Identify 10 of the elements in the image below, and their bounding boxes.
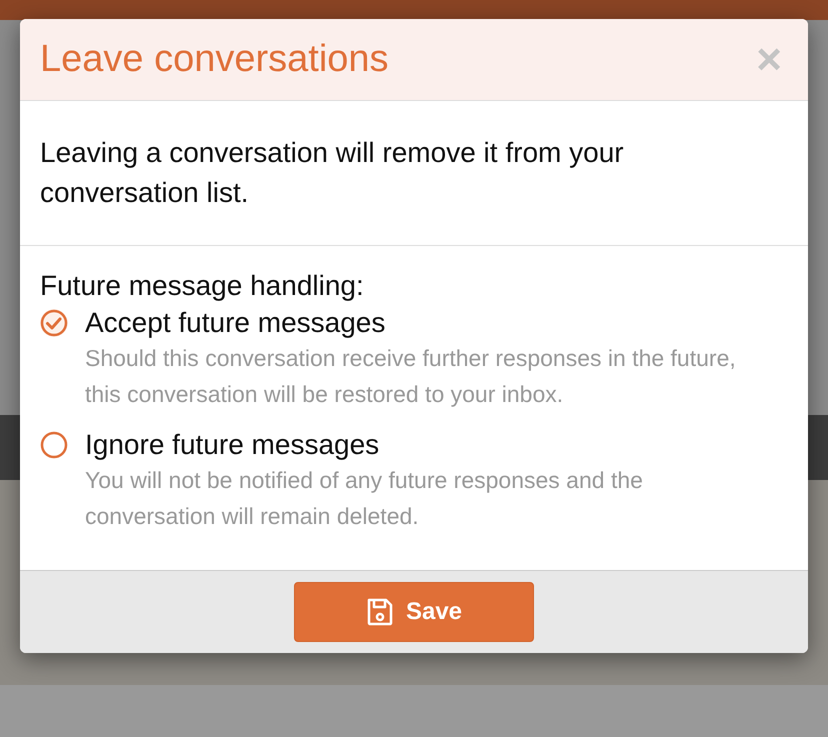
intro-text: Leaving a conversation will remove it from your conversation list. — [20, 101, 808, 246]
dialog-title: Leave conversations — [40, 38, 389, 81]
section-label: Future message handling: — [40, 269, 365, 303]
option-description: Should this conversation receive further responses in the future, this conversation will be restored to your inbox. — [85, 344, 737, 409]
option-label[interactable]: Accept future messages — [85, 306, 788, 340]
option-label[interactable]: Ignore future messages — [85, 428, 788, 462]
checked-radio-icon[interactable] — [40, 309, 68, 337]
floppy-disk-icon — [366, 597, 394, 627]
option-description: You will not be notified of any future responses and the conversation will remain deleted. — [85, 466, 644, 531]
radio-icon[interactable] — [40, 431, 68, 459]
